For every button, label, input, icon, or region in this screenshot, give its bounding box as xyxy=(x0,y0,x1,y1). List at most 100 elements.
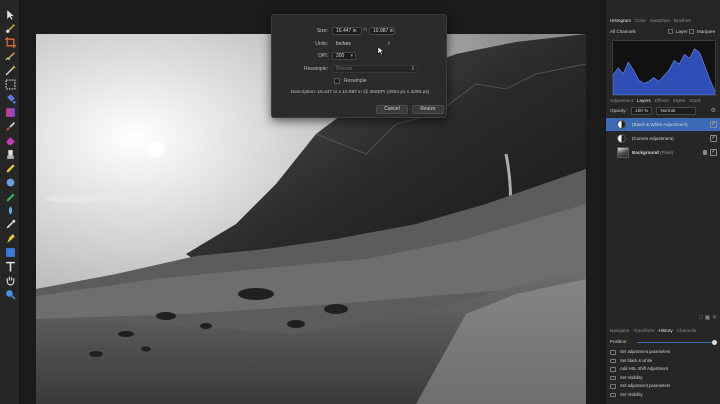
tab-effects[interactable]: Effects xyxy=(655,98,669,103)
position-label: Position: xyxy=(610,339,628,344)
magic-wand-icon[interactable] xyxy=(4,64,16,76)
resize-button[interactable]: Resize xyxy=(412,105,444,114)
link-icon[interactable]: ∞ xyxy=(363,27,367,33)
zoom-icon[interactable] xyxy=(4,288,16,300)
folder-icon[interactable]: □ xyxy=(699,315,703,321)
adjustment-thumbnail-icon xyxy=(617,134,626,143)
history-item[interactable]: Set Visibility xyxy=(606,391,720,400)
chevron-updown-icon: ⇕ xyxy=(410,66,415,72)
history-item[interactable]: Set black & white xyxy=(606,357,720,366)
gear-icon[interactable]: ⚙ xyxy=(711,107,716,115)
dodge-icon[interactable] xyxy=(4,162,16,174)
history-step-icon xyxy=(610,358,616,363)
studio-panels: Histogram Color Swatches Brushes All Channe… xyxy=(605,0,720,404)
blur-icon[interactable] xyxy=(4,204,16,216)
dpi-field[interactable]: 300 ▾ xyxy=(332,52,356,60)
position-slider[interactable] xyxy=(637,339,717,345)
layer-actions: □ ▣ ✕ xyxy=(606,314,720,324)
tab-styles[interactable]: Styles xyxy=(673,98,686,103)
tools-toolbar xyxy=(0,0,20,404)
smudge-icon[interactable] xyxy=(4,218,16,230)
tab-navigator[interactable]: Navigator xyxy=(610,328,630,333)
clone-icon[interactable] xyxy=(4,148,16,160)
tab-swatches[interactable]: Swatches xyxy=(650,18,670,23)
resize-dialog: Size: 16.447 in ∞ 10.987 in Units: Inche… xyxy=(271,14,447,118)
crop-icon[interactable] xyxy=(4,36,16,48)
blend-mode-select[interactable]: Normal xyxy=(656,107,697,115)
histogram-options: All Channels Layer Marquee xyxy=(610,28,718,36)
erase-icon[interactable] xyxy=(4,134,16,146)
layer-thumbnail xyxy=(617,147,629,158)
layers-tabs: Adjustment Layers Effects Styles Stock xyxy=(606,96,720,106)
canvas-area[interactable]: Size: 16.447 in ∞ 10.987 in Units: Inche… xyxy=(20,0,605,404)
tab-stock[interactable]: Stock xyxy=(689,98,701,103)
resample-check-label: Resample xyxy=(344,78,367,84)
history-item[interactable]: Set Visibility xyxy=(606,374,720,383)
gradient-icon[interactable] xyxy=(4,106,16,118)
history-tabs: Navigator Transform History Channels xyxy=(606,326,720,336)
sponge-icon[interactable] xyxy=(4,190,16,202)
tab-histogram[interactable]: Histogram xyxy=(610,18,631,23)
history-item[interactable]: Add HSL Shift Adjustment xyxy=(606,365,720,374)
tab-channels[interactable]: Channels xyxy=(677,328,696,333)
marquee-icon[interactable] xyxy=(4,78,16,90)
cancel-button[interactable]: Cancel xyxy=(376,105,408,114)
history-step-icon xyxy=(610,384,616,389)
channels-select[interactable]: All Channels xyxy=(610,29,636,34)
histogram-tabs: Histogram Color Swatches Brushes xyxy=(606,16,720,26)
resample-label: Resample: xyxy=(304,66,328,72)
hand-icon[interactable] xyxy=(4,274,16,286)
tab-transform[interactable]: Transform xyxy=(634,328,655,333)
dpi-row: DPI: 300 ▾ xyxy=(272,52,448,61)
history-item[interactable]: Set adjustment parameters xyxy=(606,348,720,357)
histogram-graph xyxy=(612,40,716,96)
pen-icon[interactable] xyxy=(4,232,16,244)
add-layer-icon[interactable]: ▣ xyxy=(705,315,711,321)
layer-checkbox[interactable] xyxy=(668,29,673,34)
selection-brush-icon[interactable] xyxy=(4,50,16,62)
units-value: Inches xyxy=(336,41,351,47)
resample-row: Resample: Bilinear ⇕ xyxy=(272,65,448,74)
width-field[interactable]: 16.447 in xyxy=(332,27,362,35)
marquee-checkbox[interactable] xyxy=(689,29,694,34)
description-text: Description: 16.447 in x 10.987 in @ 300… xyxy=(290,90,430,95)
tab-adjustment[interactable]: Adjustment xyxy=(610,98,633,103)
visibility-checkbox[interactable]: ✓ xyxy=(710,135,717,142)
height-field[interactable]: 10.987 in xyxy=(369,27,395,35)
visibility-checkbox[interactable]: ✓ xyxy=(710,121,717,128)
slider-knob[interactable] xyxy=(712,339,717,345)
history-item[interactable]: Set adjustment parameters xyxy=(606,382,720,391)
burn-icon[interactable] xyxy=(4,176,16,188)
tab-color[interactable]: Color xyxy=(635,18,646,23)
cursor-icon xyxy=(377,43,385,56)
layer-check-label: Layer xyxy=(676,29,688,34)
visibility-checkbox[interactable]: ✓ xyxy=(710,149,717,156)
history-step-icon xyxy=(610,350,616,355)
opacity-label: Opacity: xyxy=(610,108,627,113)
resample-checkbox[interactable] xyxy=(334,78,340,84)
dpi-label: DPI: xyxy=(318,53,328,59)
tab-layers[interactable]: Layers xyxy=(637,98,651,103)
flood-fill-icon[interactable] xyxy=(4,92,16,104)
opacity-field[interactable]: 100 % xyxy=(631,107,653,115)
brush-icon[interactable] xyxy=(4,22,16,34)
history-step-icon xyxy=(610,392,616,397)
delete-icon[interactable]: ✕ xyxy=(712,315,717,321)
resample-select[interactable]: Bilinear ⇕ xyxy=(332,65,418,73)
lock-icon[interactable] xyxy=(703,150,707,155)
history-list: Set adjustment parameters Set black & wh… xyxy=(606,348,720,399)
layer-row[interactable]: Background (Pixel) ✓ xyxy=(606,146,720,159)
rectangle-icon[interactable] xyxy=(4,246,16,258)
layer-row[interactable]: (Black & White Adjustment) ✓ xyxy=(606,118,720,131)
adjustment-thumbnail-icon xyxy=(617,120,626,129)
tab-brushes[interactable]: Brushes xyxy=(674,18,691,23)
paint-brush-icon[interactable] xyxy=(4,120,16,132)
dpi-value: 300 xyxy=(336,53,345,59)
units-label: Units: xyxy=(315,41,328,47)
history-step-icon xyxy=(610,367,616,372)
text-icon[interactable] xyxy=(4,260,16,272)
move-icon[interactable] xyxy=(4,8,16,20)
layer-row[interactable]: (Curves Adjustment) ✓ xyxy=(606,132,720,145)
chevron-down-icon: ▾ xyxy=(350,53,353,59)
tab-history[interactable]: History xyxy=(658,328,672,333)
